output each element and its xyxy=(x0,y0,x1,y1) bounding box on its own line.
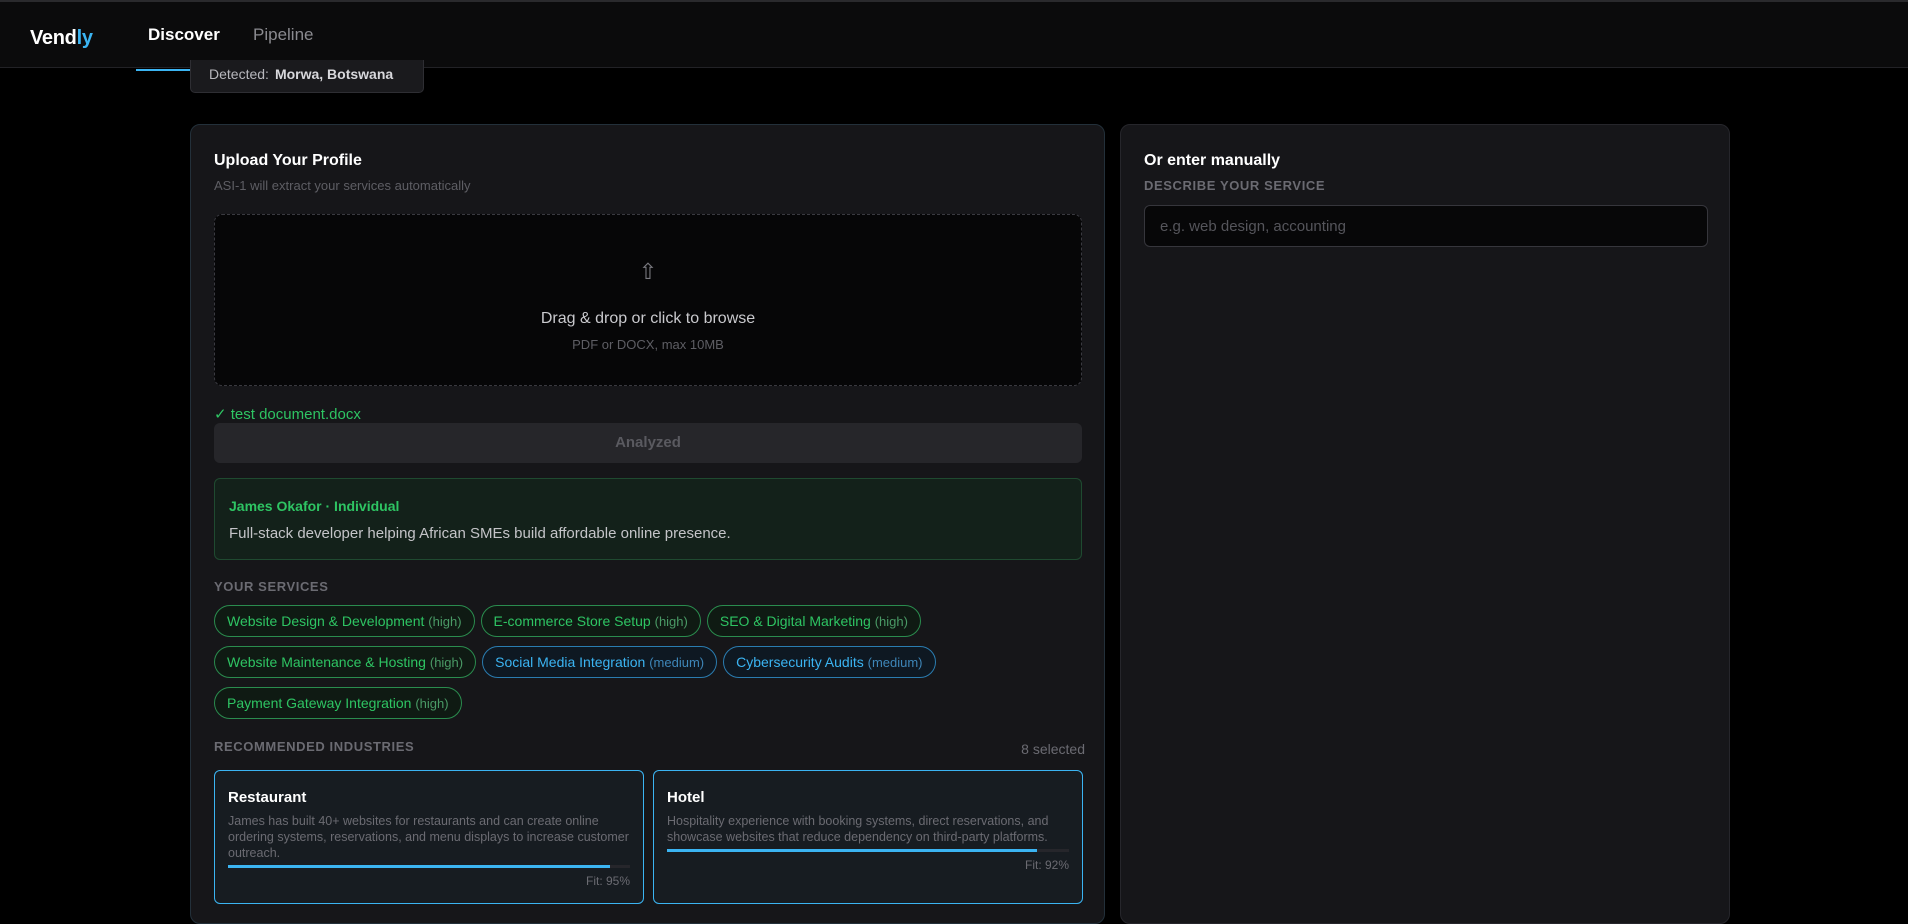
profile-name: James Okafor · Individual xyxy=(229,498,400,514)
top-navigation-bar: Vendly Discover Pipeline xyxy=(0,0,1908,71)
fit-progress-bar xyxy=(667,849,1069,852)
upload-arrow-icon: ⇧ xyxy=(638,259,658,284)
upload-panel-title: Upload Your Profile xyxy=(214,152,362,169)
service-chip-level: (medium) xyxy=(867,655,923,670)
service-chip-level: (high) xyxy=(415,696,449,711)
service-chip-name: Social Media Integration xyxy=(495,654,646,670)
service-chip-level: (high) xyxy=(429,655,464,670)
service-chip-level: (high) xyxy=(654,614,688,629)
analyze-button[interactable]: Analyzed xyxy=(214,423,1082,463)
detected-label: Detected: xyxy=(209,66,269,82)
upload-profile-panel: Upload Your Profile ASI-1 will extract y… xyxy=(190,124,1105,924)
vendly-logo[interactable]: Vendly xyxy=(30,27,93,50)
service-chip[interactable]: Cybersecurity Audits (medium) xyxy=(723,646,936,678)
fit-progress-fill xyxy=(667,849,1037,852)
logo-text-main: Vend xyxy=(30,27,77,49)
logo-text-accent: ly xyxy=(76,27,93,49)
describe-service-input[interactable] xyxy=(1144,205,1708,247)
uploaded-file: ✓ test document.docx xyxy=(214,405,361,423)
fit-score: Fit: 92% xyxy=(1024,858,1069,872)
extracted-profile-summary: James Okafor · Individual Full-stack dev… xyxy=(214,478,1082,560)
industry-card-description: James has built 40+ websites for restaur… xyxy=(228,814,629,860)
detected-location-badge: Detected: Morwa, Botswana xyxy=(190,60,424,93)
fit-progress-bar xyxy=(228,865,630,868)
service-chip[interactable]: Social Media Integration (medium) xyxy=(482,646,718,678)
manual-entry-panel: Or enter manually DESCRIBE YOUR SERVICE xyxy=(1120,124,1730,924)
describe-service-label: DESCRIBE YOUR SERVICE xyxy=(1144,178,1326,193)
detected-location: Morwa, Botswana xyxy=(274,66,394,82)
industry-card-restaurant[interactable]: Restaurant James has built 40+ websites … xyxy=(214,770,644,904)
service-chip-name: Website Design & Development xyxy=(227,613,425,629)
service-chip[interactable]: SEO & Digital Marketing (high) xyxy=(706,605,921,637)
service-chip-name: Payment Gateway Integration xyxy=(227,695,412,711)
service-chip-level: (high) xyxy=(428,614,462,629)
service-chip[interactable]: Payment Gateway Integration (high) xyxy=(214,687,462,719)
fit-score: Fit: 95% xyxy=(585,874,630,888)
service-chip[interactable]: Website Design & Development (high) xyxy=(214,605,475,637)
service-chip-name: Cybersecurity Audits xyxy=(736,654,864,670)
file-dropzone[interactable]: ⇧ Drag & drop or click to browse PDF or … xyxy=(214,214,1082,386)
industry-card-title: Restaurant xyxy=(228,789,307,806)
upload-panel-subtitle: ASI-1 will extract your services automat… xyxy=(214,178,471,193)
industries-heading: RECOMMENDED INDUSTRIES xyxy=(214,739,415,754)
services-chip-list: Website Design & Development (high) E-com… xyxy=(214,605,1094,728)
uploaded-file-name: test document.docx xyxy=(230,406,361,423)
manual-panel-title: Or enter manually xyxy=(1144,152,1281,169)
industries-selected-count: 8 selected xyxy=(1021,741,1085,757)
dropzone-hint: PDF or DOCX, max 10MB xyxy=(572,337,724,352)
service-chip-name: SEO & Digital Marketing xyxy=(719,613,871,629)
service-chip[interactable]: E-commerce Store Setup (high) xyxy=(480,605,701,637)
industry-card-description: Hospitality experience with booking syst… xyxy=(667,814,1049,844)
service-chip-level: (medium) xyxy=(649,655,705,670)
industry-card-hotel[interactable]: Hotel Hospitality experience with bookin… xyxy=(653,770,1083,904)
service-chip-name: Website Maintenance & Hosting xyxy=(227,654,426,670)
fit-progress-fill xyxy=(228,865,610,868)
check-icon: ✓ xyxy=(214,406,227,423)
service-chip-level: (high) xyxy=(874,614,908,629)
service-chip-name: E-commerce Store Setup xyxy=(493,613,651,629)
dropzone-title: Drag & drop or click to browse xyxy=(540,310,756,327)
profile-description: Full-stack developer helping African SME… xyxy=(229,525,731,542)
services-heading: YOUR SERVICES xyxy=(214,579,329,594)
industry-card-title: Hotel xyxy=(667,789,705,806)
service-chip[interactable]: Website Maintenance & Hosting (high) xyxy=(214,646,477,678)
